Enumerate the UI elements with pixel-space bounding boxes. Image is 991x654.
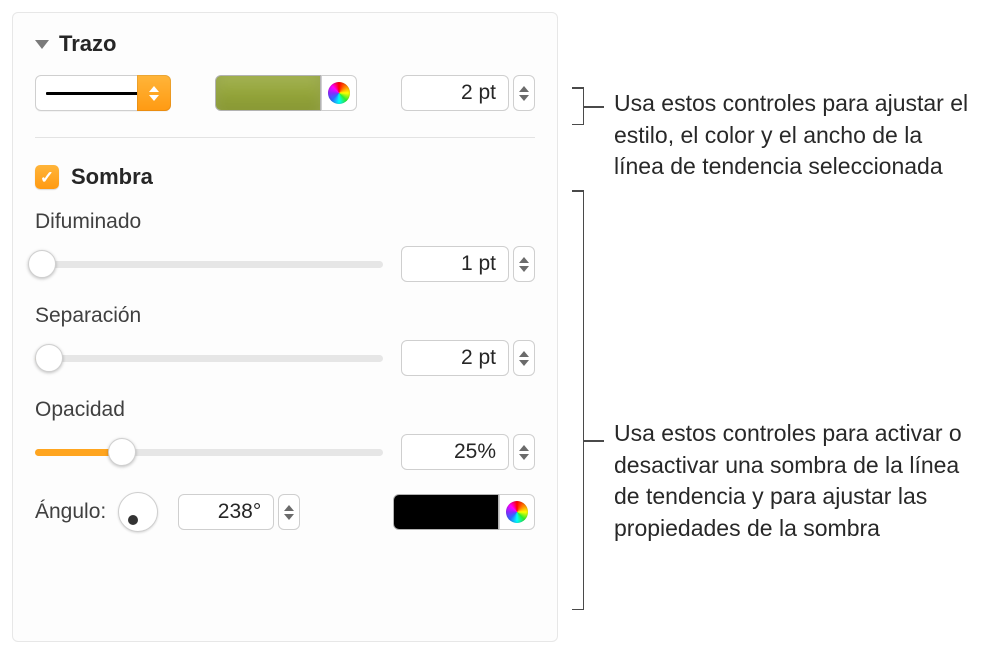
shadow-title: Sombra (71, 164, 153, 190)
lead-sombra (584, 440, 604, 442)
angle-indicator-dot (128, 515, 138, 525)
opacity-stepper: 25% (401, 434, 535, 470)
offset-row: 2 pt (35, 340, 535, 376)
offset-slider[interactable] (35, 340, 383, 376)
checkmark-icon: ✓ (40, 169, 54, 186)
stroke-width-stepper-arrows[interactable] (513, 75, 535, 111)
stroke-color-well[interactable] (215, 75, 321, 111)
shadow-header: ✓ Sombra (35, 164, 535, 190)
offset-stepper-arrows[interactable] (513, 340, 535, 376)
trazo-title: Trazo (59, 31, 116, 57)
offset-label: Separación (35, 304, 535, 328)
shadow-color-well[interactable] (393, 494, 499, 530)
callout-trazo: Usa estos controles para ajustar el esti… (614, 88, 974, 183)
section-divider (35, 137, 535, 138)
stroke-width-stepper: 2 pt (401, 75, 535, 111)
color-wheel-icon (506, 501, 528, 523)
trazo-header[interactable]: Trazo (35, 31, 535, 57)
blur-stepper: 1 pt (401, 246, 535, 282)
opacity-field[interactable]: 25% (401, 434, 509, 470)
angle-dial[interactable] (118, 492, 158, 532)
inspector-panel: Trazo 2 pt (12, 12, 558, 642)
offset-field[interactable]: 2 pt (401, 340, 509, 376)
bracket-sombra (572, 190, 584, 610)
angle-row: Ángulo: 238° (35, 492, 535, 532)
stroke-color-picker-button[interactable] (321, 75, 357, 111)
blur-stepper-arrows[interactable] (513, 246, 535, 282)
opacity-slider[interactable] (35, 434, 383, 470)
blur-field[interactable]: 1 pt (401, 246, 509, 282)
offset-stepper: 2 pt (401, 340, 535, 376)
angle-stepper-arrows[interactable] (278, 494, 300, 530)
shadow-checkbox[interactable]: ✓ (35, 165, 59, 189)
stroke-style-popup[interactable] (35, 75, 171, 111)
trazo-controls-row: 2 pt (35, 75, 535, 111)
bracket-trazo (572, 87, 584, 125)
angle-field[interactable]: 238° (178, 494, 274, 530)
chevron-down-icon (519, 95, 529, 101)
lead-trazo (584, 106, 604, 108)
opacity-row: 25% (35, 434, 535, 470)
disclosure-triangle-icon[interactable] (35, 40, 49, 49)
blur-row: 1 pt (35, 246, 535, 282)
stroke-width-field[interactable]: 2 pt (401, 75, 509, 111)
shadow-color-picker-button[interactable] (499, 494, 535, 530)
stroke-color-group (215, 75, 357, 111)
opacity-stepper-arrows[interactable] (513, 434, 535, 470)
blur-label: Difuminado (35, 210, 535, 234)
opacity-label: Opacidad (35, 398, 535, 422)
chevron-up-icon (519, 86, 529, 92)
popup-arrows-icon (137, 75, 171, 111)
callout-sombra: Usa estos controles para activar o desac… (614, 418, 984, 545)
color-wheel-icon (328, 82, 350, 104)
blur-slider[interactable] (35, 246, 383, 282)
shadow-color-group (393, 494, 535, 530)
angle-label: Ángulo: (35, 500, 106, 524)
angle-stepper: 238° (178, 494, 300, 530)
